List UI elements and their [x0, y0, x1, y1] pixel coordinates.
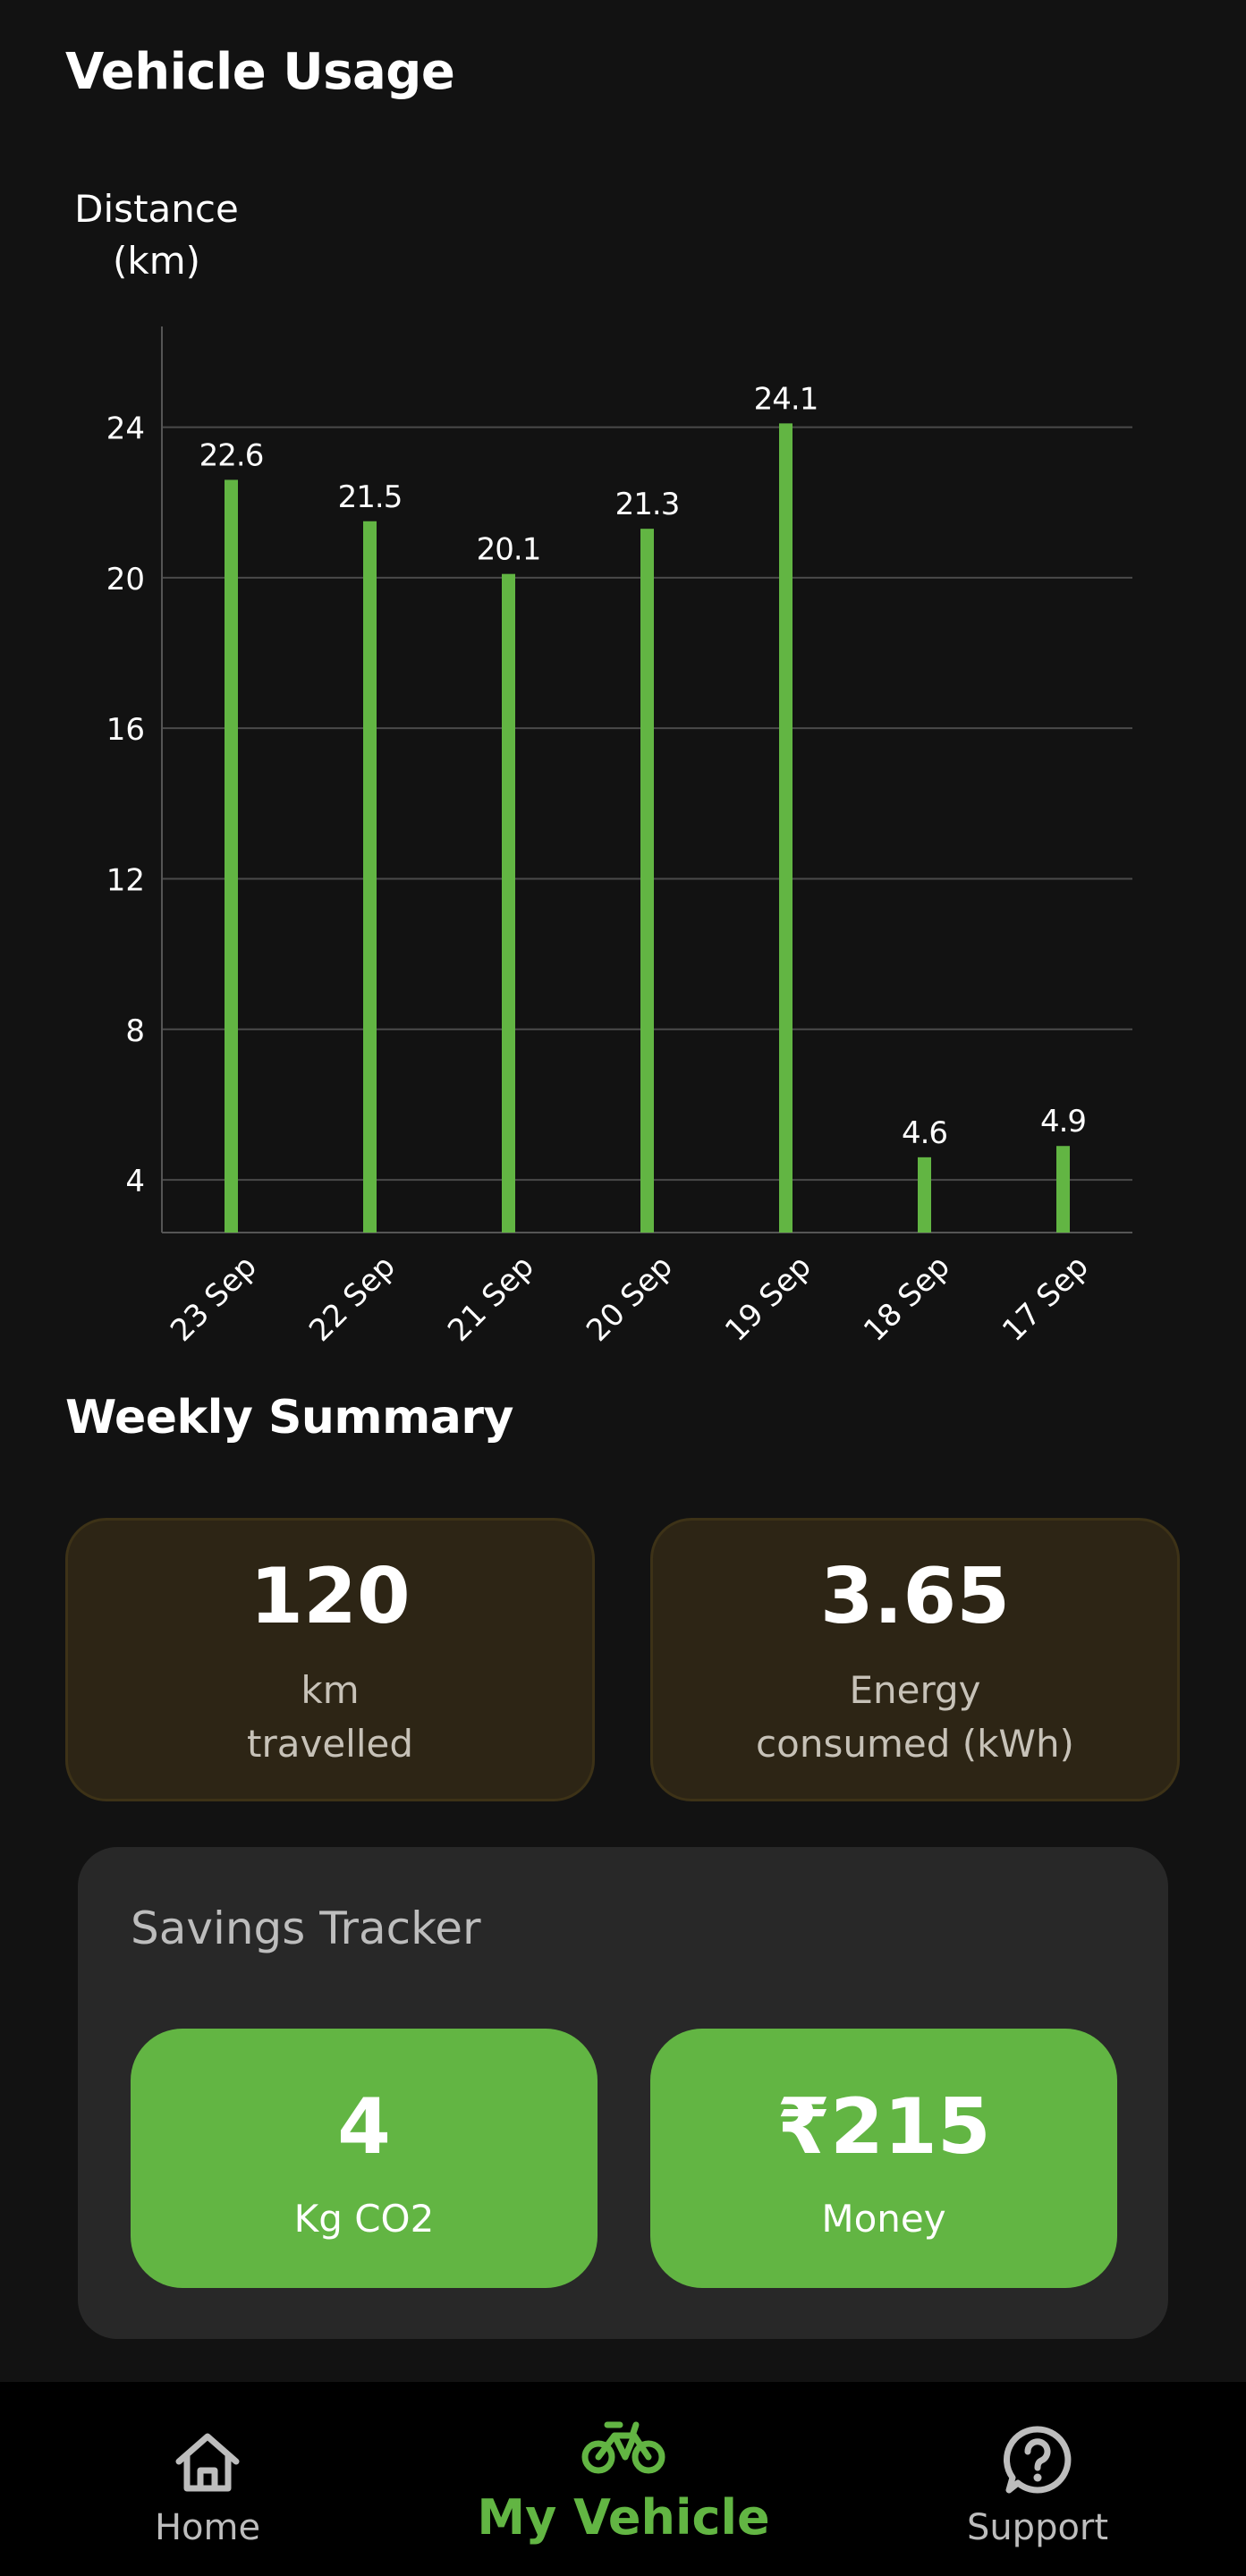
energy-label-line-2: consumed (kWh) [756, 1722, 1074, 1766]
nav-support[interactable]: Support [886, 2382, 1190, 2576]
help-icon [1004, 2426, 1072, 2494]
nav-my-vehicle[interactable]: My Vehicle [471, 2382, 776, 2576]
bar [363, 521, 377, 1233]
nav-my-vehicle-label: My Vehicle [477, 2489, 770, 2546]
page-title: Vehicle Usage [65, 43, 455, 101]
bar-value-label: 4.6 [902, 1115, 947, 1151]
bar [502, 573, 515, 1233]
nav-support-label: Support [966, 2507, 1109, 2548]
co2-value: 4 [337, 2082, 391, 2172]
x-tick-label: 17 Sep [996, 1249, 1096, 1349]
distance-label-line-2: travelled [246, 1722, 413, 1766]
x-tick-label: 21 Sep [441, 1249, 541, 1349]
nav-home[interactable]: Home [55, 2382, 360, 2576]
distance-value: 120 [250, 1552, 411, 1641]
bottom-navigation: Home My Vehicle Support [0, 2382, 1246, 2576]
savings-tracker-title: Savings Tracker [131, 1902, 481, 1954]
x-tick-label: 22 Sep [302, 1249, 403, 1349]
nav-home-label: Home [154, 2507, 261, 2548]
bar-value-label: 21.5 [338, 479, 403, 515]
bar [779, 423, 793, 1233]
y-tick-label: 20 [106, 562, 145, 597]
distance-label: km travelled [133, 1664, 527, 1771]
distance-chart: Distance (km) 4 8 12 16 20 24 22.6 23 Sep 21.5 22… [0, 161, 1246, 1377]
y-tick-label: 24 [106, 411, 145, 447]
bar-value-label: 22.6 [199, 437, 264, 473]
co2-savings-card: 4 Kg CO2 [131, 2029, 598, 2288]
money-label: Money [821, 2197, 946, 2241]
energy-label-line-1: Energy [849, 1668, 981, 1712]
bar-value-label: 21.3 [615, 487, 680, 522]
co2-label: Kg CO2 [293, 2197, 435, 2241]
distance-summary-card: 120 km travelled [65, 1518, 595, 1801]
y-tick-label: 4 [125, 1164, 145, 1199]
bar [225, 479, 238, 1233]
chart-plot: 4 8 12 16 20 24 22.6 23 Sep 21.5 22 Sep 20.1 21 Sep… [106, 326, 1132, 1349]
bar-value-label: 20.1 [477, 532, 541, 568]
y-tick-label: 16 [106, 712, 145, 748]
y-tick-label: 8 [125, 1013, 145, 1049]
vehicle-usage-screen: Vehicle Usage Distance (km) 4 8 12 16 20 24 22… [0, 0, 1246, 2576]
bar [640, 529, 654, 1233]
energy-value: 3.65 [819, 1552, 1011, 1641]
money-value: ₹215 [776, 2082, 991, 2172]
x-tick-label: 23 Sep [164, 1249, 264, 1349]
bicycle-icon [581, 2421, 665, 2474]
bar [918, 1157, 931, 1233]
savings-tracker-panel: Savings Tracker 4 Kg CO2 ₹215 Money [78, 1847, 1168, 2339]
bar-value-label: 4.9 [1040, 1104, 1086, 1140]
bar [1056, 1146, 1070, 1233]
money-savings-card: ₹215 Money [650, 2029, 1117, 2288]
bar-value-label: 24.1 [754, 381, 818, 417]
weekly-summary-title: Weekly Summary [65, 1391, 513, 1445]
distance-label-line-1: km [301, 1668, 360, 1712]
x-tick-label: 18 Sep [857, 1249, 957, 1349]
energy-summary-card: 3.65 Energy consumed (kWh) [650, 1518, 1180, 1801]
x-tick-label: 20 Sep [580, 1249, 680, 1349]
energy-label: Energy consumed (kWh) [718, 1664, 1112, 1771]
home-icon [175, 2433, 240, 2492]
x-tick-label: 19 Sep [718, 1249, 818, 1349]
y-tick-label: 12 [106, 862, 145, 898]
